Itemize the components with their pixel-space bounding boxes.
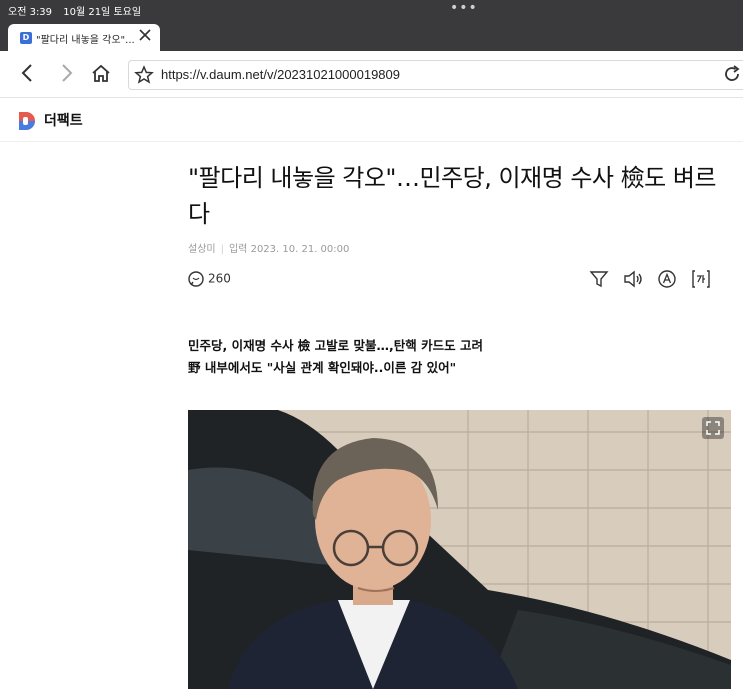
browser-top-bar: 오전 3:39 10월 21일 토요일 ••• D "팔다리 내놓을 각오"..… xyxy=(0,0,743,51)
comment-count-button[interactable]: 260 xyxy=(187,270,231,288)
photo-illustration xyxy=(188,410,731,689)
font-size-icon[interactable] xyxy=(656,268,678,290)
tab-close-icon[interactable] xyxy=(138,27,152,46)
article-subheads: 민주당, 이재명 수사 檢 고발로 맞불…,탄핵 카드도 고려 野 내부에서도 … xyxy=(188,335,483,379)
article-headline: "팔다리 내놓을 각오"…민주당, 이재명 수사 檢도 벼르다 xyxy=(188,164,717,228)
summary-icon[interactable] xyxy=(588,268,610,290)
listen-icon[interactable] xyxy=(622,268,644,290)
comment-icon xyxy=(188,271,204,287)
translate-icon[interactable] xyxy=(690,268,712,290)
article-photo[interactable] xyxy=(188,410,731,689)
more-dots-icon[interactable]: ••• xyxy=(450,0,478,16)
publish-date: 2023. 10. 21. 00:00 xyxy=(250,244,350,255)
reload-icon[interactable] xyxy=(722,64,742,88)
site-logo-icon[interactable] xyxy=(16,110,38,136)
back-icon[interactable] xyxy=(18,61,40,85)
expand-icon[interactable] xyxy=(702,417,724,439)
status-bar: 오전 3:39 10월 21일 토요일 xyxy=(8,3,149,18)
site-name[interactable]: 더팩트 xyxy=(44,110,83,130)
browser-tab[interactable]: D "팔다리 내놓을 각오"... xyxy=(8,24,160,51)
home-icon[interactable] xyxy=(90,61,112,85)
status-date: 10월 21일 토요일 xyxy=(63,7,142,18)
author-name[interactable]: 설상미 xyxy=(188,244,216,255)
forward-icon[interactable] xyxy=(56,61,78,85)
subhead-line: 민주당, 이재명 수사 檢 고발로 맞불…,탄핵 카드도 고려 xyxy=(188,338,483,353)
status-time: 오전 3:39 xyxy=(8,7,53,18)
subhead-line: 野 내부에서도 "사실 관계 확인돼야..이른 감 있어" xyxy=(188,360,457,375)
article-meta: 설상미 | 입력 2023. 10. 21. 00:00 xyxy=(188,244,350,255)
site-header: 더팩트 xyxy=(0,98,743,142)
tab-title: "팔다리 내놓을 각오"... xyxy=(36,35,135,46)
address-bar-row: https://v.daum.net/v/20231021000019809 xyxy=(0,51,743,98)
comment-count: 260 xyxy=(208,271,231,286)
bookmark-star-icon[interactable] xyxy=(134,65,154,89)
url-text[interactable]: https://v.daum.net/v/20231021000019809 xyxy=(161,67,400,82)
date-label: 입력 xyxy=(228,244,248,255)
tab-favicon-icon: D xyxy=(20,32,32,44)
